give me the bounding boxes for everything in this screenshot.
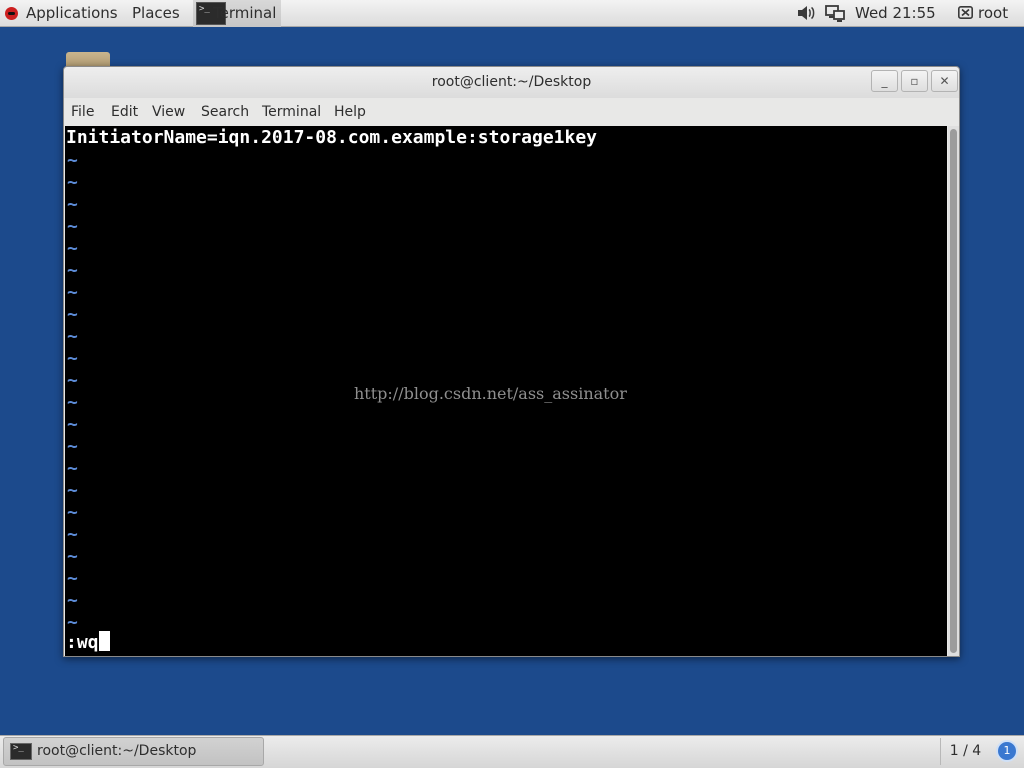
workspace-indicator[interactable]: 1 / 4: [940, 738, 990, 765]
text-cursor: [98, 631, 110, 651]
terminal-area[interactable]: InitiatorName=iqn.2017-08.com.example:st…: [65, 126, 947, 656]
applications-menu[interactable]: Applications: [26, 0, 118, 27]
active-app-terminal[interactable]: >_ Terminal: [193, 0, 281, 27]
empty-line-marker: ~: [67, 480, 78, 501]
menu-file[interactable]: File: [71, 98, 94, 126]
close-icon: ✕: [939, 74, 950, 88]
empty-line-marker: ~: [67, 282, 78, 303]
empty-line-marker: ~: [67, 194, 78, 215]
empty-line-marker: ~: [67, 172, 78, 193]
menu-help[interactable]: Help: [334, 98, 366, 126]
network-icon[interactable]: [825, 5, 845, 22]
empty-line-marker: ~: [67, 150, 78, 171]
taskbar-item-label: root@client:~/Desktop: [37, 743, 197, 759]
watermark: http://blog.csdn.net/ass_assinator: [354, 384, 627, 403]
menu-edit[interactable]: Edit: [111, 98, 138, 126]
empty-lines: ~ ~ ~ ~ ~ ~ ~ ~ ~ ~ ~ ~ ~ ~ ~ ~ ~ ~ ~ ~ ~ ~: [67, 150, 78, 634]
close-button[interactable]: ✕: [931, 70, 958, 92]
clock[interactable]: Wed 21:55: [855, 0, 936, 27]
empty-line-marker: ~: [67, 326, 78, 347]
empty-line-marker: ~: [67, 436, 78, 457]
scrollbar[interactable]: [948, 126, 959, 656]
terminal-icon: [10, 743, 32, 760]
window-titlebar[interactable]: root@client:~/Desktop _ ▫ ✕: [64, 67, 959, 98]
empty-line-marker: ~: [67, 414, 78, 435]
command-text: :wq: [66, 632, 99, 653]
menu-search[interactable]: Search: [201, 98, 249, 126]
terminal-window: root@client:~/Desktop _ ▫ ✕ File Edit Vi…: [63, 66, 960, 657]
empty-line-marker: ~: [67, 392, 78, 413]
redhat-logo-icon[interactable]: [5, 7, 18, 20]
places-menu[interactable]: Places: [132, 0, 180, 27]
empty-line-marker: ~: [67, 348, 78, 369]
menu-view[interactable]: View: [152, 98, 185, 126]
empty-line-marker: ~: [67, 216, 78, 237]
menubar: File Edit View Search Terminal Help: [64, 98, 959, 126]
empty-line-marker: ~: [67, 524, 78, 545]
maximize-button[interactable]: ▫: [901, 70, 928, 92]
empty-line-marker: ~: [67, 546, 78, 567]
empty-line-marker: ~: [67, 260, 78, 281]
empty-line-marker: ~: [67, 238, 78, 259]
menu-terminal[interactable]: Terminal: [262, 98, 321, 126]
minimize-icon: _: [881, 74, 888, 88]
empty-line-marker: ~: [67, 568, 78, 589]
user-menu[interactable]: root: [978, 0, 1008, 27]
active-app-label: Terminal: [213, 4, 277, 22]
minimize-button[interactable]: _: [871, 70, 898, 92]
empty-line-marker: ~: [67, 304, 78, 325]
taskbar-item-terminal[interactable]: root@client:~/Desktop: [3, 737, 264, 766]
maximize-icon: ▫: [910, 74, 919, 88]
user-status-icon[interactable]: [958, 6, 973, 19]
scrollbar-thumb[interactable]: [950, 129, 957, 653]
top-panel: Applications Places >_ Terminal Wed 21:5…: [0, 0, 1024, 27]
empty-line-marker: ~: [67, 590, 78, 611]
volume-icon[interactable]: [797, 5, 815, 21]
empty-line-marker: ~: [67, 502, 78, 523]
empty-line-marker: ~: [67, 458, 78, 479]
empty-line-marker: ~: [67, 370, 78, 391]
command-line[interactable]: :wq: [66, 631, 110, 655]
bottom-panel: root@client:~/Desktop 1 / 4 1: [0, 735, 1024, 768]
notification-badge[interactable]: 1: [996, 740, 1018, 762]
window-title: root@client:~/Desktop: [431, 74, 592, 90]
file-content-line: InitiatorName=iqn.2017-08.com.example:st…: [66, 127, 598, 148]
